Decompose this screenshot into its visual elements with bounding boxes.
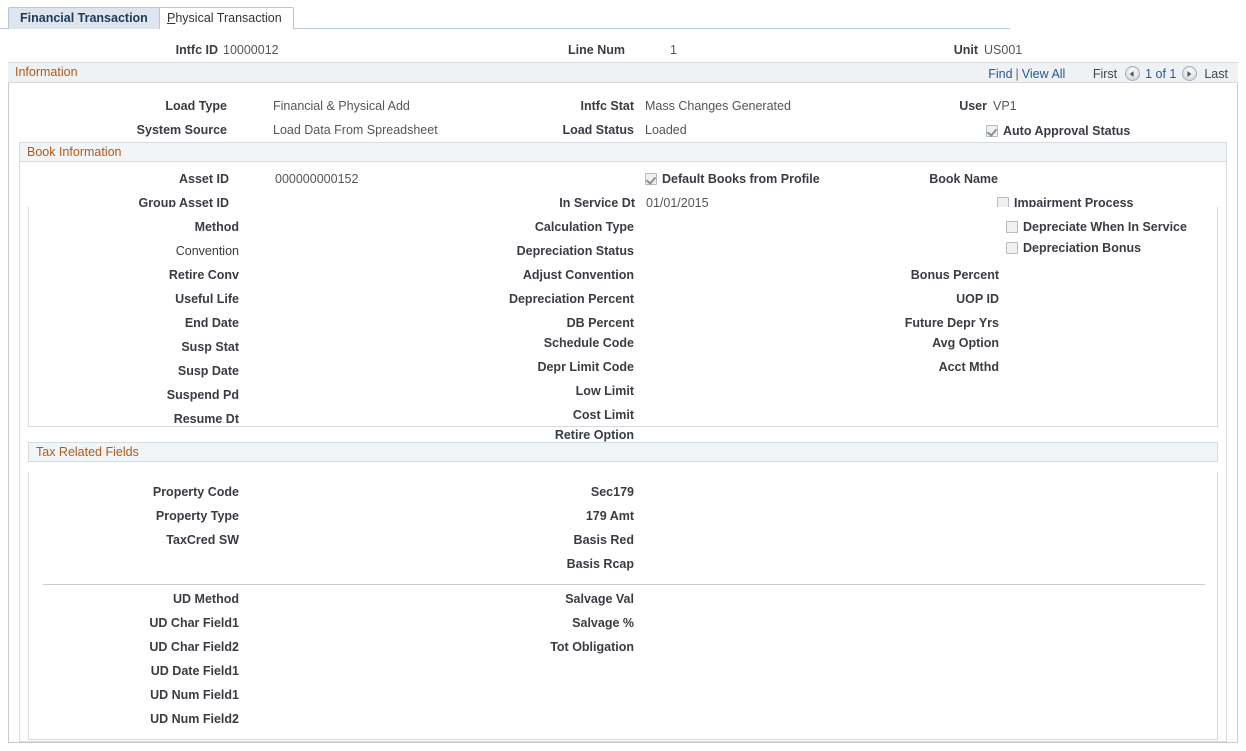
default-books-from-profile-field: Default Books from Profile [645,172,820,186]
susp-date-label: Susp Date [99,364,239,378]
ud-num-field2-label: UD Num Field2 [99,712,239,726]
row-counter: 1 of 1 [1145,67,1176,81]
find-link[interactable]: Find [988,67,1012,81]
intfc-stat-value: Mass Changes Generated [645,99,791,113]
depreciation-status-label: Depreciation Status [449,244,634,258]
user-defined-divider-top [43,584,1205,585]
first-link[interactable]: First [1093,67,1117,81]
user-label: User [889,99,987,113]
auto-approval-status-checkbox[interactable] [986,125,998,137]
load-type-value: Financial & Physical Add [273,99,410,113]
cost-limit-label: Cost Limit [449,408,634,422]
method-label: Method [99,220,239,234]
unit-value: US001 [984,43,1022,57]
db-percent-label: DB Percent [449,316,634,330]
asset-id-label: Asset ID [141,172,229,186]
tax-panel: Property Code Property Type TaxCred SW S… [28,472,1218,740]
load-type-label: Load Type [139,99,227,113]
taxcred-sw-label: TaxCred SW [99,533,239,547]
book-name-label: Book Name [880,172,998,186]
acct-mthd-label: Acct Mthd [839,360,999,374]
unit-label: Unit [880,43,978,57]
information-title: Information [15,65,78,79]
convention-label: Convention [99,244,239,258]
intfc-id-value: 10000012 [223,43,279,57]
last-link[interactable]: Last [1204,67,1228,81]
ud-num-field1-label: UD Num Field1 [99,688,239,702]
bonus-percent-label: Bonus Percent [839,268,999,282]
financial-transaction-page: Financial Transaction Physical Transacti… [0,0,1246,751]
susp-stat-label: Susp Stat [99,340,239,354]
find-viewall-separator: | [1016,67,1019,81]
179-amt-label: 179 Amt [449,509,634,523]
auto-approval-status-label: Auto Approval Status [1003,124,1130,138]
information-nav-bar: Find |View All First 1 of 1 Last [988,65,1232,82]
suspend-pd-label: Suspend Pd [99,388,239,402]
low-limit-label: Low Limit [449,384,634,398]
avg-option-label: Avg Option [839,336,999,350]
salvage-val-label: Salvage Val [449,592,634,606]
tax-section-header: Tax Related Fields [28,442,1218,462]
salvage-percent-label: Salvage % [449,616,634,630]
depreciation-bonus-checkbox[interactable] [1006,242,1018,254]
ud-char-field1-label: UD Char Field1 [99,616,239,630]
line-num-label: Line Num [500,43,625,57]
tot-obligation-label: Tot Obligation [449,640,634,654]
book-information-section-header: Book Information [19,142,1227,162]
auto-approval-status-field: Auto Approval Status [986,124,1130,138]
depreciate-when-in-service-field: Depreciate When In Service [1006,220,1187,234]
tab-bar: Financial Transaction Physical Transacti… [0,7,1010,29]
retire-option-label: Retire Option [449,428,634,442]
tax-title: Tax Related Fields [36,445,139,459]
depreciation-bonus-field: Depreciation Bonus [1006,241,1141,255]
depreciate-when-in-service-checkbox[interactable] [1006,221,1018,233]
tab-physical-transaction[interactable]: Physical Transaction [155,7,294,29]
basis-red-label: Basis Red [449,533,634,547]
key-fields-row: Intfc ID 10000012 Line Num 1 Unit US001 [0,43,1246,61]
book-information-title: Book Information [27,145,122,159]
end-date-label: End Date [99,316,239,330]
depreciate-when-in-service-label: Depreciate When In Service [1023,220,1187,234]
system-source-value: Load Data From Spreadsheet [273,123,438,137]
resume-dt-label: Resume Dt [99,412,239,426]
calculation-type-label: Calculation Type [449,220,634,234]
tab-financial-transaction[interactable]: Financial Transaction [8,7,160,29]
intfc-stat-label: Intfc Stat [509,99,634,113]
system-source-label: System Source [109,123,227,137]
ud-char-field2-label: UD Char Field2 [99,640,239,654]
retire-conv-label: Retire Conv [99,268,239,282]
asset-id-value: 000000000152 [275,172,358,186]
tab-financial-transaction-label: Financial Transaction [20,11,148,25]
load-status-value: Loaded [645,123,687,137]
load-status-label: Load Status [509,123,634,137]
depr-limit-code-label: Depr Limit Code [449,360,634,374]
depreciation-panel: Method Convention Retire Conv Useful Lif… [28,207,1218,427]
uop-id-label: UOP ID [839,292,999,306]
default-books-from-profile-checkbox[interactable] [645,173,657,185]
ud-method-label: UD Method [99,592,239,606]
property-code-label: Property Code [99,485,239,499]
useful-life-label: Useful Life [99,292,239,306]
sec179-label: Sec179 [449,485,634,499]
ud-date-field1-label: UD Date Field1 [99,664,239,678]
view-all-link[interactable]: View All [1022,67,1066,81]
basis-rcap-label: Basis Rcap [449,557,634,571]
information-panel: Information Find |View All First 1 of 1 L… [8,63,1238,743]
book-information-panel: Asset ID 000000000152 Group Asset ID In … [19,162,1227,742]
information-fields: Load Type Financial & Physical Add Syste… [9,84,1237,142]
previous-row-icon[interactable] [1125,66,1140,81]
schedule-code-label: Schedule Code [449,336,634,350]
default-books-from-profile-label: Default Books from Profile [662,172,820,186]
property-type-label: Property Type [99,509,239,523]
tab-physical-transaction-label: hysical Transaction [175,11,281,25]
future-depr-yrs-label: Future Depr Yrs [839,316,999,330]
next-row-icon[interactable] [1182,66,1197,81]
user-value: VP1 [993,99,1017,113]
depreciation-percent-label: Depreciation Percent [449,292,634,306]
intfc-id-label: Intfc ID [150,43,218,57]
depreciation-bonus-label: Depreciation Bonus [1023,241,1141,255]
line-num-value: 1 [670,43,677,57]
information-section-header: Information Find |View All First 1 of 1 L… [8,62,1238,83]
adjust-convention-label: Adjust Convention [449,268,634,282]
